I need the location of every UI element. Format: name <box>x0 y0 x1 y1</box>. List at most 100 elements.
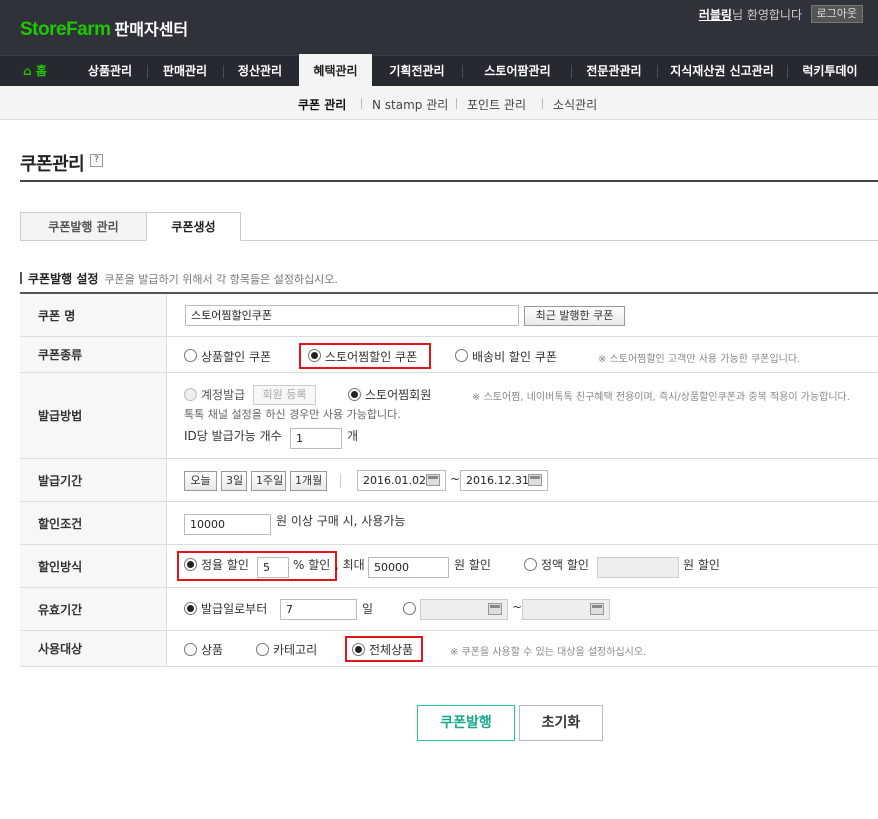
period-today-button[interactable]: 오늘 <box>184 471 217 491</box>
nav-item-benefits[interactable]: 혜택관리 <box>299 54 372 86</box>
section-title-text: 쿠폰발행 설정 <box>28 272 99 286</box>
logout-button[interactable]: 로그아웃 <box>810 5 863 23</box>
row-coupon-name: 쿠폰 명 스토어찜할인쿠폰 최근 발행한 쿠폰 <box>20 294 878 337</box>
issue-start-date-value: 2016.01.02 <box>363 474 426 487</box>
min-purchase-input[interactable]: 10000 <box>184 514 271 535</box>
period-1month-button[interactable]: 1개월 <box>290 471 327 491</box>
issue-coupon-button[interactable]: 쿠폰발행 <box>417 705 515 741</box>
coupon-name-label: 쿠폰 명 <box>20 294 167 336</box>
section-description: 쿠폰을 발급하기 위해서 각 항목들은 설정하십시오. <box>104 273 338 286</box>
radio-from-issue-date[interactable] <box>184 602 197 615</box>
radio-account-issue[interactable] <box>184 388 197 401</box>
radio-shipping-discount[interactable] <box>455 349 468 362</box>
radio-date-range[interactable] <box>403 602 416 615</box>
account-issue-label: 계정발급 <box>201 388 246 402</box>
coupon-name-input[interactable]: 스토어찜할인쿠폰 <box>185 305 519 326</box>
nav-divider <box>571 65 572 78</box>
subnav-divider <box>456 98 457 109</box>
main-nav: ⌂ 홈 상품관리 판매관리 정산관리 혜택관리 기획전관리 스토어팜관리 전문관… <box>0 54 878 86</box>
storefarm-logo[interactable]: StoreFarm 판매자센터 <box>20 16 188 41</box>
period-1week-button[interactable]: 1주일 <box>251 471 286 491</box>
radio-storezzim-member[interactable] <box>348 388 361 401</box>
valid-range-tilde: ~ <box>512 600 523 614</box>
calendar-icon[interactable] <box>488 603 502 615</box>
fixed-discount-input[interactable] <box>597 557 679 578</box>
issue-start-date-input[interactable]: 2016.01.02 <box>357 470 446 491</box>
title-divider <box>20 180 878 182</box>
max-label: , 최대 <box>335 558 365 572</box>
period-3days-button[interactable]: 3일 <box>221 471 247 491</box>
issue-method-note: ※ 스토어찜, 네이버톡톡 친구혜택 전용이며, 즉시/상품할인쿠폰과 중복 적… <box>472 392 850 403</box>
radio-target-product[interactable] <box>184 643 197 656</box>
tab-coupon-create[interactable]: 쿠폰생성 <box>146 212 241 241</box>
home-icon: ⌂ <box>23 64 32 78</box>
per-id-count-input[interactable]: 1 <box>290 428 342 449</box>
nav-divider <box>462 65 463 78</box>
section-title: 쿠폰발행 설정 쿠폰을 발급하기 위해서 각 항목들은 설정하십시오. <box>20 270 338 287</box>
nav-item-ip-report[interactable]: 지식재산권 신고관리 <box>659 56 785 86</box>
nav-item-sales[interactable]: 판매관리 <box>149 56 221 86</box>
nav-item-storefarm[interactable]: 스토어팜관리 <box>466 56 569 86</box>
nav-divider <box>657 65 658 78</box>
storezzim-member-label: 스토어찜회원 <box>365 388 432 402</box>
user-name-link[interactable]: 러블링 <box>699 8 732 22</box>
radio-product-discount[interactable] <box>184 349 197 362</box>
valid-end-date-input[interactable] <box>522 599 610 620</box>
issue-end-date-input[interactable]: 2016.12.31 <box>460 470 548 491</box>
target-label: 사용대상 <box>20 631 167 666</box>
row-valid-period: 유효기간 발급일로부터 7 일 ~ <box>20 588 878 631</box>
coupon-type-label: 쿠폰종류 <box>20 337 167 372</box>
nav-divider <box>147 65 148 78</box>
radio-storezzim-discount[interactable] <box>308 349 321 362</box>
subnav-coupon[interactable]: 쿠폰 관리 <box>298 96 346 113</box>
valid-days-input[interactable]: 7 <box>280 599 357 620</box>
nav-home-label: 홈 <box>35 64 47 78</box>
subnav-point[interactable]: 포인트 관리 <box>467 96 526 113</box>
subnav-divider <box>361 98 362 109</box>
radio-target-all[interactable] <box>352 643 365 656</box>
row-issue-method: 발급방법 계정발급 회원 등록 스토어찜회원 ※ 스토어찜, 네이버톡톡 친구혜… <box>20 373 878 459</box>
shipping-discount-label: 배송비 할인 쿠폰 <box>472 350 557 364</box>
issue-method-note-2: 톡톡 채널 설정을 하신 경우만 사용 가능합니다. <box>184 408 401 421</box>
radio-fixed-discount[interactable] <box>524 558 537 571</box>
nav-item-exhibition[interactable]: 기획전관리 <box>376 56 458 86</box>
subnav-nstamp[interactable]: N stamp 관리 <box>372 96 448 113</box>
page-title: 쿠폰관리 <box>20 154 85 175</box>
logo-brand: StoreFarm <box>20 19 111 40</box>
reset-button[interactable]: 초기화 <box>519 705 603 741</box>
period-divider <box>340 474 341 488</box>
date-range-tilde: ~ <box>450 472 461 486</box>
from-issue-label: 발급일로부터 <box>201 602 268 616</box>
nav-item-settlement[interactable]: 정산관리 <box>225 56 295 86</box>
nav-home[interactable]: ⌂ 홈 <box>0 56 70 86</box>
radio-target-category[interactable] <box>256 643 269 656</box>
valid-start-date-input[interactable] <box>420 599 508 620</box>
valid-days-unit: 일 <box>362 602 374 616</box>
calendar-icon[interactable] <box>528 474 542 486</box>
member-register-button[interactable]: 회원 등록 <box>253 385 316 405</box>
max-discount-input[interactable]: 50000 <box>368 557 449 578</box>
nav-item-lucky-today[interactable]: 럭키투데이 <box>789 56 871 86</box>
calendar-icon[interactable] <box>590 603 604 615</box>
recent-coupon-button[interactable]: 최근 발행한 쿠폰 <box>524 306 625 326</box>
discount-condition-label: 할인조건 <box>20 502 167 544</box>
calendar-icon[interactable] <box>426 474 440 486</box>
section-marker <box>20 272 22 284</box>
max-suffix: 원 할인 <box>454 558 491 572</box>
nav-item-specialty[interactable]: 전문관관리 <box>573 56 655 86</box>
help-icon[interactable]: ? <box>90 154 103 167</box>
welcome-suffix: 님 환영합니다 <box>731 8 802 22</box>
logo-suffix: 판매자센터 <box>114 20 189 39</box>
subnav-news[interactable]: 소식관리 <box>553 96 597 113</box>
radio-rate-discount[interactable] <box>184 558 197 571</box>
nav-item-product[interactable]: 상품관리 <box>75 56 145 86</box>
issue-period-label: 발급기간 <box>20 459 167 501</box>
issue-end-date-value: 2016.12.31 <box>466 474 529 487</box>
target-note: ※ 쿠폰을 사용할 수 있는 대상을 설정하십시오. <box>450 647 647 658</box>
rate-suffix: % 할인 <box>293 558 331 572</box>
min-purchase-suffix: 원 이상 구매 시, 사용가능 <box>276 514 406 528</box>
rate-value-input[interactable]: 5 <box>257 557 289 578</box>
nav-divider <box>223 65 224 78</box>
tab-coupon-issue-management[interactable]: 쿠폰발행 관리 <box>20 212 147 241</box>
fixed-discount-label: 정액 할인 <box>541 558 589 572</box>
